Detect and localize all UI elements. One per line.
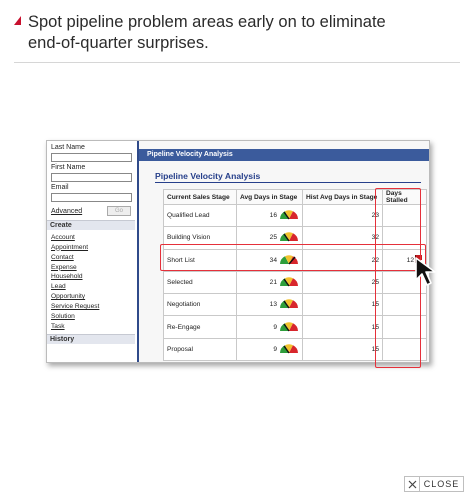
close-button[interactable]: CLOSE	[404, 476, 464, 492]
stage-cell: Qualified Lead	[163, 203, 237, 228]
stage-cell: Proposal	[163, 337, 237, 362]
headline-line-1: Spot pipeline problem areas early on to …	[28, 13, 386, 31]
go-button[interactable]: Go	[107, 206, 131, 216]
speedometer-gauge-icon	[279, 342, 299, 357]
mouse-pointer-icon	[415, 257, 436, 286]
avg-days-value: 9	[273, 345, 277, 353]
hist-avg-cell: 15	[302, 315, 383, 339]
first-name-label: First Name	[51, 164, 86, 171]
report-title: Pipeline Velocity Analysis	[155, 171, 261, 181]
history-heading: History	[47, 334, 135, 344]
speedometer-gauge-icon	[279, 275, 299, 290]
first-name-input[interactable]	[51, 173, 132, 182]
hist-avg-cell: 15	[302, 337, 383, 362]
create-link-task[interactable]: Task	[51, 322, 99, 332]
stage-label: Qualified Lead	[167, 212, 210, 220]
advanced-search-link[interactable]: Advanced	[51, 208, 82, 215]
stage-cell: Negotiation	[163, 293, 237, 317]
avg-days-value: 9	[273, 323, 277, 331]
email-input[interactable]	[51, 193, 132, 202]
col-header-hist: Hist Avg Days in Stage	[302, 189, 383, 205]
avg-days-cell: 9	[236, 315, 303, 339]
close-label: CLOSE	[423, 479, 460, 489]
speedometer-gauge-icon	[279, 320, 299, 335]
avg-days-cell: 21	[236, 270, 303, 295]
stage-label: Proposal	[167, 345, 194, 353]
stage-label: Selected	[167, 279, 193, 287]
create-link-lead[interactable]: Lead	[51, 282, 99, 292]
email-label: Email	[51, 184, 69, 191]
sidebar: Last Name First Name Email Advanced Go C…	[47, 141, 139, 362]
hist-avg-cell: 25	[302, 270, 383, 295]
hist-avg-cell: 15	[302, 293, 383, 317]
create-heading: Create	[47, 220, 135, 230]
headline-text: Spot pipeline problem areas early on to …	[28, 12, 464, 54]
speedometer-gauge-icon	[279, 208, 299, 223]
stage-label: Building Vision	[167, 234, 211, 242]
last-name-input[interactable]	[51, 153, 132, 162]
headline-block: Spot pipeline problem areas early on to …	[14, 12, 464, 54]
avg-days-value: 25	[269, 234, 277, 242]
create-links-list: Account Appointment Contact Expense Hous…	[51, 233, 99, 331]
close-icon	[405, 477, 420, 491]
headline-line-2: end-of-quarter surprises.	[28, 34, 209, 52]
stage-cell: Selected	[163, 270, 237, 295]
stage-label: Re-Engage	[167, 323, 201, 331]
avg-days-value: 21	[269, 279, 277, 287]
applet-title-bar: Pipeline Velocity Analysis	[139, 149, 429, 161]
avg-days-cell: 16	[236, 203, 303, 228]
col-header-avg: Avg Days in Stage	[236, 189, 303, 205]
avg-days-value: 16	[269, 212, 277, 220]
create-link-contact[interactable]: Contact	[51, 253, 99, 263]
red-triangle-bullet-icon	[14, 16, 21, 25]
create-link-account[interactable]: Account	[51, 233, 99, 243]
last-name-label: Last Name	[51, 144, 85, 151]
col-header-stage: Current Sales Stage	[163, 189, 237, 205]
hist-avg-cell: 23	[302, 203, 383, 228]
report-title-rule	[155, 182, 421, 183]
create-link-household[interactable]: Household	[51, 272, 99, 282]
create-link-appointment[interactable]: Appointment	[51, 243, 99, 253]
avg-days-cell: 9	[236, 337, 303, 362]
header-divider	[14, 62, 460, 63]
create-link-service-request[interactable]: Service Request	[51, 302, 99, 312]
avg-days-value: 13	[269, 301, 277, 309]
avg-days-cell: 13	[236, 293, 303, 317]
create-link-expense[interactable]: Expense	[51, 263, 99, 273]
create-link-opportunity[interactable]: Opportunity	[51, 292, 99, 302]
stage-cell: Re-Engage	[163, 315, 237, 339]
stage-label: Negotiation	[167, 301, 201, 309]
speedometer-gauge-icon	[279, 297, 299, 312]
create-link-solution[interactable]: Solution	[51, 312, 99, 322]
short-list-row-highlight	[160, 244, 426, 271]
